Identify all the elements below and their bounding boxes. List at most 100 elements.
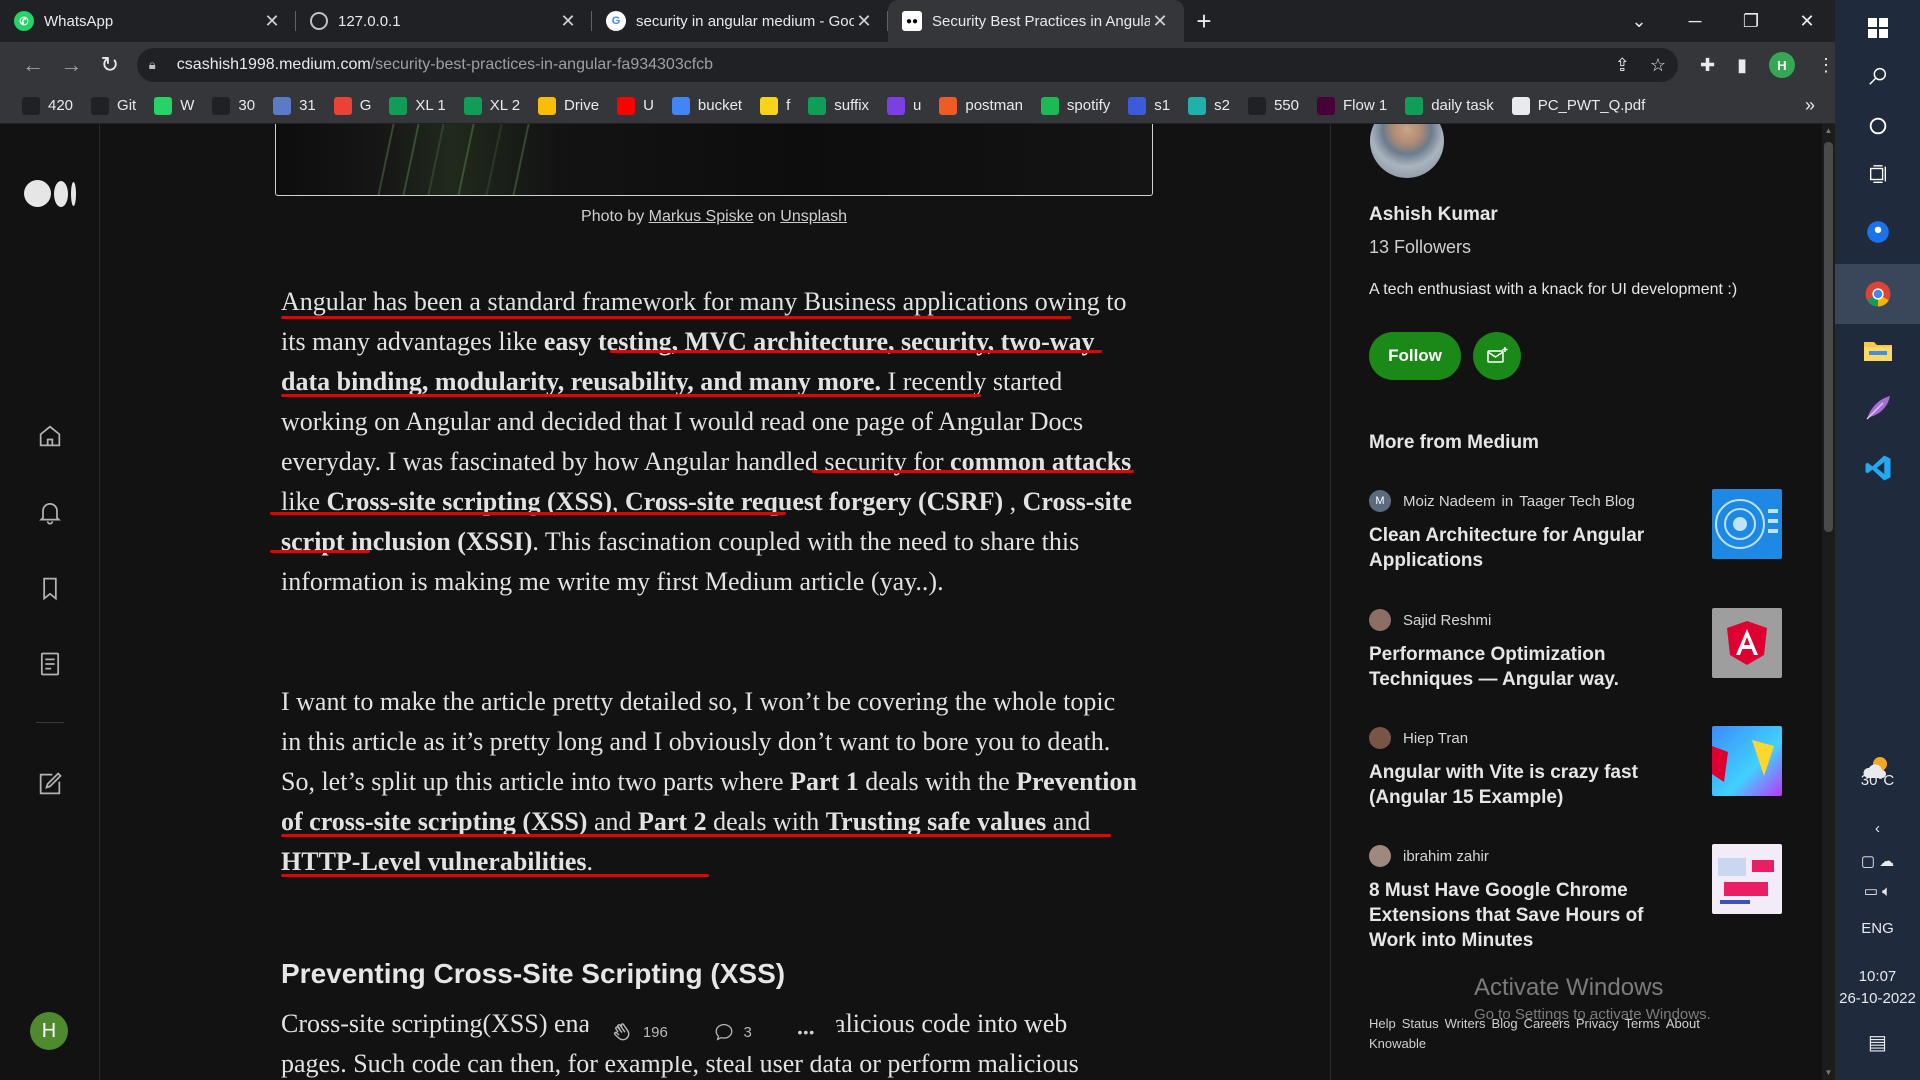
chrome-taskbar-icon[interactable] — [1835, 264, 1920, 324]
clap-button[interactable]: 196 — [611, 1020, 668, 1044]
bookmark-label: bucket — [697, 97, 743, 114]
chevron-up-icon[interactable]: ‹ — [1835, 820, 1920, 837]
side-panel-icon[interactable]: ▮ — [1737, 55, 1747, 76]
lists-bookmark-icon[interactable] — [36, 574, 64, 602]
close-icon[interactable]: ✕ — [854, 11, 874, 32]
lock-icon[interactable]: 🔒︎ — [149, 57, 165, 73]
follow-button[interactable]: Follow — [1369, 332, 1461, 380]
user-avatar[interactable]: H — [30, 1012, 68, 1050]
subscribe-email-button[interactable] — [1473, 332, 1521, 380]
sheets-icon — [808, 96, 827, 115]
tray-icons[interactable]: ▢ ☁ — [1835, 852, 1920, 870]
bookmark-item[interactable]: bucket — [664, 92, 750, 120]
bookmark-item[interactable]: Flow 1 — [1309, 92, 1395, 120]
new-tab-button[interactable]: + — [1184, 0, 1224, 42]
home-icon[interactable] — [36, 422, 64, 450]
recommended-story[interactable]: Hiep Tran Angular with Vite is crazy fas… — [1369, 726, 1782, 810]
forward-icon[interactable]: → — [52, 52, 90, 78]
recommended-story[interactable]: ibrahim zahir 8 Must Have Google Chrome … — [1369, 844, 1782, 953]
language-indicator[interactable]: ENG — [1835, 920, 1920, 937]
right-sidebar: Ashish Kumar 13 Followers A tech enthusi… — [1330, 124, 1822, 1080]
file-explorer-icon[interactable] — [1835, 322, 1920, 378]
bookmark-item[interactable]: 31 — [265, 92, 324, 120]
tab-whatsapp[interactable]: ✆ WhatsApp ✕ — [0, 0, 296, 42]
back-icon[interactable]: ← — [14, 52, 52, 78]
responses-button[interactable]: 3 — [713, 1021, 752, 1043]
maps-icon[interactable] — [1835, 204, 1920, 260]
footer-link[interactable]: Help — [1369, 1016, 1396, 1031]
feather-app-icon[interactable] — [1835, 380, 1920, 436]
drive-icon — [538, 96, 557, 115]
more-bookmarks-icon[interactable]: » — [1805, 95, 1815, 116]
scroll-up-icon[interactable]: ▲ — [1822, 124, 1835, 138]
profile-avatar[interactable]: H — [1769, 52, 1795, 78]
bookmark-item[interactable]: PC_PWT_Q.pdf — [1504, 92, 1654, 120]
minimize-icon[interactable]: ─ — [1667, 11, 1723, 32]
bookmark-item[interactable]: W — [146, 92, 202, 120]
network-volume-icons[interactable]: ▭ 🔈︎ — [1835, 882, 1920, 900]
more-options-button[interactable]: ••• — [797, 1024, 815, 1040]
tab-search-icon[interactable]: ⌄ — [1611, 11, 1667, 32]
bookmark-item[interactable]: G — [326, 92, 380, 120]
bookmark-item[interactable]: 30 — [204, 92, 263, 120]
write-icon[interactable] — [36, 770, 64, 798]
author-followers[interactable]: 13 Followers — [1369, 237, 1471, 258]
bookmark-item[interactable]: f — [752, 92, 798, 120]
photographer-link[interactable]: Markus Spiske — [649, 208, 754, 225]
unsplash-link[interactable]: Unsplash — [780, 208, 847, 225]
bookmark-item[interactable]: s1 — [1120, 92, 1178, 120]
clock-time[interactable]: 10:07 — [1835, 968, 1920, 985]
recommended-story[interactable]: Sajid Reshmi Performance Optimization Te… — [1369, 608, 1782, 692]
close-icon[interactable]: ✕ — [262, 11, 282, 32]
extensions-icon[interactable]: ✚ — [1700, 55, 1715, 76]
footer-link[interactable]: Knowable — [1369, 1036, 1426, 1051]
search-icon[interactable] — [1835, 48, 1920, 104]
bookmark-item[interactable]: 420 — [14, 92, 81, 120]
notifications-icon[interactable]: ▤ — [1835, 1030, 1920, 1055]
bookmark-item[interactable]: u — [879, 92, 929, 120]
notifications-bell-icon[interactable] — [36, 498, 64, 526]
bookmark-item[interactable]: 550 — [1240, 92, 1307, 120]
temperature[interactable]: 30°C — [1835, 772, 1920, 789]
medium-logo-icon[interactable] — [24, 180, 76, 207]
clock-date[interactable]: 26-10-2022 — [1835, 990, 1920, 1007]
bookmark-item[interactable]: postman — [931, 92, 1031, 120]
page-scrollbar[interactable]: ▲ ▼ — [1822, 124, 1835, 1080]
close-icon[interactable]: ✕ — [1150, 11, 1170, 32]
close-icon[interactable]: ✕ — [558, 11, 578, 32]
bookmark-item[interactable]: daily task — [1397, 92, 1502, 120]
restore-icon[interactable]: ❐ — [1723, 11, 1779, 32]
url-field[interactable]: 🔒︎ csashish1998.medium.com/security-best… — [136, 48, 1678, 82]
bookmark-item[interactable]: Git — [83, 92, 144, 120]
red-underline-mark — [270, 512, 786, 515]
tab-medium-article[interactable]: ●● Security Best Practices in Angular ✕ — [888, 0, 1184, 42]
scrollbar-thumb[interactable] — [1824, 142, 1833, 532]
sheets-icon — [389, 96, 408, 115]
menu-kebab-icon[interactable]: ⋮ — [1817, 55, 1835, 76]
bookmark-item[interactable]: s2 — [1180, 92, 1238, 120]
red-underline-mark — [610, 350, 1102, 353]
footer-link[interactable]: Status — [1402, 1016, 1439, 1031]
bookmark-item[interactable]: U — [609, 92, 662, 120]
author-mini-avatar — [1369, 609, 1391, 631]
task-view-icon[interactable] — [1835, 146, 1920, 202]
author-name[interactable]: Ashish Kumar — [1369, 204, 1498, 226]
bookmark-item[interactable]: XL 2 — [456, 92, 528, 120]
stories-document-icon[interactable] — [36, 650, 64, 678]
bookmark-item[interactable]: Drive — [530, 92, 607, 120]
window-close-icon[interactable]: ✕ — [1779, 11, 1835, 32]
scroll-down-icon[interactable]: ▼ — [1822, 1066, 1835, 1080]
bookmark-star-icon[interactable]: ☆ — [1650, 55, 1666, 76]
bookmark-item[interactable]: spotify — [1033, 92, 1118, 120]
reload-icon[interactable]: ↻ — [91, 52, 129, 78]
bookmark-item[interactable]: XL 1 — [381, 92, 453, 120]
watermark-title: Activate Windows — [1474, 974, 1664, 1001]
tab-localhost[interactable]: 127.0.0.1 ✕ — [296, 0, 592, 42]
share-icon[interactable]: ⇪ — [1615, 55, 1630, 76]
text-span: , — [1003, 487, 1023, 516]
author-avatar[interactable] — [1370, 124, 1444, 178]
vscode-icon[interactable] — [1835, 440, 1920, 496]
recommended-story[interactable]: M Moiz Nadeem in Taager Tech Blog Clean … — [1369, 489, 1782, 573]
bookmark-item[interactable]: suffix — [800, 92, 877, 120]
tab-google-search[interactable]: G security in angular medium - Goo ✕ — [592, 0, 888, 42]
